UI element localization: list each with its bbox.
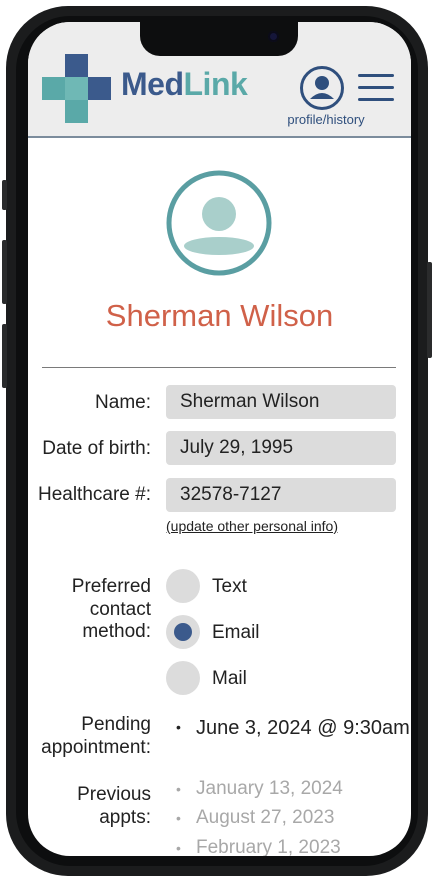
contact-method-label-line: Preferred	[71, 576, 151, 597]
previous-appointment-item[interactable]: February 1, 2023	[196, 837, 341, 856]
profile-button[interactable]	[300, 66, 344, 110]
dob-field[interactable]: July 29, 1995	[166, 431, 396, 465]
bullet-icon: •	[176, 719, 181, 735]
healthcare-number-label: Healthcare #:	[37, 484, 151, 505]
previous-appointment-item[interactable]: August 27, 2023	[196, 807, 334, 829]
patient-avatar	[166, 170, 272, 276]
radio-mail[interactable]	[166, 661, 200, 695]
brand-name-link: Link	[183, 66, 248, 102]
radio-email[interactable]	[166, 615, 200, 649]
radio-text[interactable]	[166, 569, 200, 603]
radio-label-text[interactable]: Text	[212, 576, 247, 598]
healthcare-number-field[interactable]: 32578-7127	[166, 478, 396, 512]
patient-name-heading: Sherman Wilson	[105, 298, 334, 333]
pending-appointment-label: Pending appointment:	[41, 714, 151, 759]
update-personal-info-link[interactable]: (update other personal info)	[166, 518, 338, 534]
radio-label-mail[interactable]: Mail	[212, 668, 247, 690]
side-button-volume-down	[2, 324, 7, 388]
side-button-mute	[2, 180, 7, 210]
bullet-icon: •	[176, 810, 181, 826]
brand-name[interactable]: MedLink	[121, 66, 248, 103]
side-button-volume-up	[2, 240, 7, 304]
pending-label-line: Pending	[81, 714, 151, 735]
radio-selected-dot	[174, 623, 192, 641]
profile-history-label[interactable]: profile/history	[276, 112, 376, 127]
hamburger-menu-icon[interactable]	[358, 74, 396, 104]
pending-appointment-value[interactable]: June 3, 2024 @ 9:30am	[196, 717, 410, 740]
name-field[interactable]: Sherman Wilson	[166, 385, 396, 419]
contact-method-label-line: method:	[82, 621, 151, 642]
divider	[42, 367, 396, 368]
side-button-power	[427, 262, 432, 358]
user-circle-icon	[310, 76, 334, 99]
pending-label-line: appointment:	[41, 736, 151, 758]
previous-label-line: appts:	[99, 806, 151, 828]
contact-method-label-line: contact	[89, 598, 151, 620]
dob-label: Date of birth:	[42, 438, 151, 459]
medical-cross-logo[interactable]	[42, 54, 112, 124]
camera-icon	[268, 31, 279, 42]
previous-appointments-label: Previous appts:	[77, 784, 151, 829]
bullet-icon: •	[176, 781, 181, 797]
brand-name-med: Med	[121, 66, 184, 102]
contact-method-label: Preferred contact method:	[72, 576, 151, 644]
radio-label-email[interactable]: Email	[212, 622, 260, 644]
previous-appointment-item[interactable]: January 13, 2024	[196, 778, 343, 800]
notch	[140, 22, 298, 56]
app-screen: MedLink profile/history Sherman Wilson N…	[28, 22, 411, 856]
previous-label-line: Previous	[77, 784, 151, 805]
name-label: Name:	[95, 392, 151, 413]
bullet-icon: •	[176, 840, 181, 856]
